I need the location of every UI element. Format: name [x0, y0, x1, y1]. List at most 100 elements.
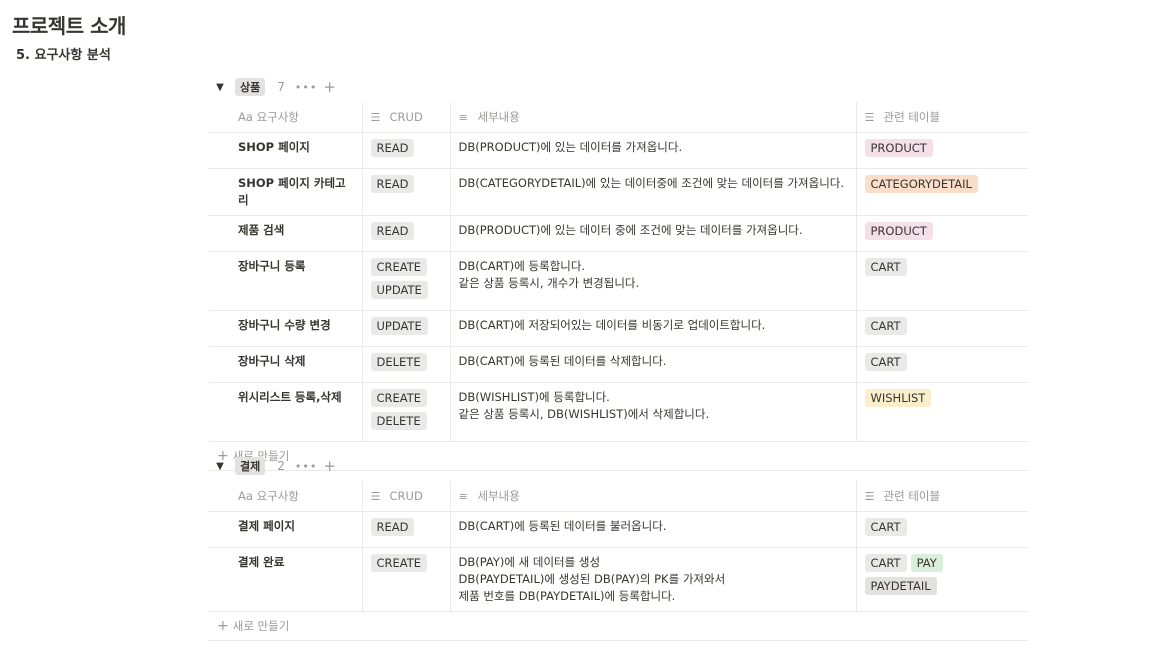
tables-cell[interactable]: CART	[855, 346, 1028, 383]
detail-text: 같은 상품 등록시, DB(WISHLIST)에서 삭제합니다.	[458, 407, 710, 421]
table-tag: PAYDETAIL	[864, 577, 937, 595]
toggle-triangle-icon[interactable]: ▼	[209, 461, 231, 472]
column-header-crud-label: CRUD	[389, 110, 423, 124]
detail-cell[interactable]: DB(CATEGORYDETAIL)에 있는 데이터중에 조건에 맞는 데이터를…	[449, 168, 856, 216]
tables-cell[interactable]: PRODUCT	[855, 215, 1028, 252]
text-icon: ≡	[458, 111, 468, 124]
crud-cell[interactable]: CREATE DELETE	[361, 382, 450, 441]
table-tag: WISHLIST	[864, 389, 932, 407]
detail-text: DB(PAY)에 새 데이터를 생성	[458, 555, 601, 569]
requirement-name[interactable]: SHOP 페이지	[209, 132, 362, 169]
column-header-crud[interactable]: ☰ CRUD	[361, 102, 450, 133]
group-header: ▼ 결제 2 ••• +	[209, 451, 1028, 481]
table-tag: CART	[864, 258, 907, 276]
crud-tag: CREATE	[370, 554, 428, 572]
page-title: 프로젝트 소개	[12, 14, 126, 38]
page-subtitle: 5. 요구사항 분석	[16, 48, 111, 63]
table-row[interactable]: SHOP 페이지 READ DB(PRODUCT)에 있는 데이터를 가져옵니다. P…	[209, 132, 1028, 169]
detail-text: 제품 번호를 DB(PAYDETAIL)에 등록합니다.	[458, 589, 676, 603]
crud-cell[interactable]: READ	[361, 168, 450, 216]
database-table: Aa 요구사항 ☰ CRUD ≡ 세부내용 ☰ 관련 테이블 SHOP 페이지 READ DB(P…	[209, 102, 1028, 441]
add-icon[interactable]: +	[323, 78, 336, 96]
group-payment: ▼ 결제 2 ••• + Aa 요구사항 ☰ CRUD ≡ 세부내용 ☰ 관련 테이블 결제 페이지 RE…	[209, 451, 1028, 641]
detail-cell[interactable]: DB(PRODUCT)에 있는 데이터 중에 조건에 맞는 데이터를 가져옵니다…	[449, 215, 856, 252]
tables-cell[interactable]: CART	[855, 251, 1028, 311]
group-label[interactable]: 상품	[235, 78, 266, 96]
column-header-tables[interactable]: ☰ 관련 테이블	[855, 481, 1028, 512]
detail-cell[interactable]: DB(CART)에 등록된 데이터를 삭제합니다.	[449, 346, 856, 383]
tables-cell[interactable]: CART	[855, 310, 1028, 347]
table-row[interactable]: 장바구니 등록 CREATE UPDATE DB(CART)에 등록합니다. 같은 상품…	[209, 251, 1028, 311]
toggle-triangle-icon[interactable]: ▼	[209, 82, 231, 93]
detail-cell[interactable]: DB(CART)에 등록합니다. 같은 상품 등록시, 개수가 변경됩니다.	[449, 251, 856, 311]
table-row[interactable]: 장바구니 수량 변경 UPDATE DB(CART)에 저장되어있는 데이터를 비동…	[209, 310, 1028, 347]
tables-cell[interactable]: CART	[855, 511, 1028, 548]
crud-cell[interactable]: DELETE	[361, 346, 450, 383]
detail-text: DB(CART)에 등록된 데이터를 삭제합니다.	[458, 354, 667, 368]
detail-text: DB(PRODUCT)에 있는 데이터를 가져옵니다.	[458, 140, 683, 154]
requirement-name[interactable]: 제품 검색	[209, 215, 362, 252]
list-icon: ☰	[370, 111, 381, 124]
requirement-name[interactable]: 장바구니 삭제	[209, 346, 362, 383]
header-row: Aa 요구사항 ☰ CRUD ≡ 세부내용 ☰ 관련 테이블	[209, 102, 1028, 133]
column-header-tables-label: 관련 테이블	[883, 110, 941, 124]
detail-cell[interactable]: DB(CART)에 등록된 데이터를 불러옵니다.	[449, 511, 856, 548]
more-icon[interactable]: •••	[295, 460, 317, 473]
table-row[interactable]: 위시리스트 등록,삭제 CREATE DELETE DB(WISHLIST)에 등록합…	[209, 382, 1028, 441]
list-icon: ☰	[370, 490, 381, 503]
crud-cell[interactable]: READ	[361, 132, 450, 169]
tables-cell[interactable]: CART PAY PAYDETAIL	[855, 547, 1028, 611]
list-icon: ☰	[864, 490, 875, 503]
table-tag: CATEGORYDETAIL	[864, 175, 978, 193]
detail-text: DB(CART)에 저장되어있는 데이터를 비동기로 업데이트합니다.	[458, 318, 766, 332]
tables-cell[interactable]: PRODUCT	[855, 132, 1028, 169]
crud-tag: DELETE	[370, 353, 427, 371]
table-tag: CART	[864, 353, 907, 371]
table-row[interactable]: 장바구니 삭제 DELETE DB(CART)에 등록된 데이터를 삭제합니다. CA…	[209, 346, 1028, 383]
crud-cell[interactable]: READ	[361, 215, 450, 252]
crud-cell[interactable]: CREATE	[361, 547, 450, 611]
detail-cell[interactable]: DB(CART)에 저장되어있는 데이터를 비동기로 업데이트합니다.	[449, 310, 856, 347]
tables-cell[interactable]: WISHLIST	[855, 382, 1028, 441]
column-header-detail-label: 세부내용	[477, 110, 520, 124]
group-products: ▼ 상품 7 ••• + Aa 요구사항 ☰ CRUD ≡ 세부내용 ☰ 관련 테이블 SHOP 페이지…	[209, 72, 1028, 471]
table-row[interactable]: 결제 페이지 READ DB(CART)에 등록된 데이터를 불러옵니다. CART	[209, 511, 1028, 548]
add-icon[interactable]: +	[323, 457, 336, 475]
detail-cell[interactable]: DB(PRODUCT)에 있는 데이터를 가져옵니다.	[449, 132, 856, 169]
crud-tag: DELETE	[370, 412, 427, 430]
crud-tag: READ	[370, 222, 415, 240]
crud-tag: UPDATE	[370, 317, 428, 335]
tables-cell[interactable]: CATEGORYDETAIL	[855, 168, 1028, 216]
crud-cell[interactable]: UPDATE	[361, 310, 450, 347]
detail-text: DB(PAYDETAIL)에 생성된 DB(PAY)의 PK를 가져와서	[458, 572, 726, 586]
requirement-name[interactable]: 결제 페이지	[209, 511, 362, 548]
more-icon[interactable]: •••	[295, 81, 317, 94]
crud-cell[interactable]: READ	[361, 511, 450, 548]
column-header-detail[interactable]: ≡ 세부내용	[449, 481, 856, 512]
detail-cell[interactable]: DB(PAY)에 새 데이터를 생성 DB(PAYDETAIL)에 생성된 DB(…	[449, 547, 856, 611]
column-header-crud[interactable]: ☰ CRUD	[361, 481, 450, 512]
detail-text: DB(CART)에 등록합니다.	[458, 259, 586, 273]
column-header-detail[interactable]: ≡ 세부내용	[449, 102, 856, 133]
crud-cell[interactable]: CREATE UPDATE	[361, 251, 450, 311]
requirement-name[interactable]: 장바구니 등록	[209, 251, 362, 311]
table-tag: CART	[864, 554, 907, 572]
requirement-name[interactable]: SHOP 페이지 카테고리	[209, 168, 362, 216]
detail-cell[interactable]: DB(WISHLIST)에 등록합니다. 같은 상품 등록시, DB(WISHLI…	[449, 382, 856, 441]
table-row[interactable]: 제품 검색 READ DB(PRODUCT)에 있는 데이터 중에 조건에 맞는 데…	[209, 215, 1028, 252]
crud-tag: CREATE	[370, 258, 428, 276]
crud-tag: UPDATE	[370, 281, 428, 299]
column-header-tables[interactable]: ☰ 관련 테이블	[855, 102, 1028, 133]
detail-text: DB(PRODUCT)에 있는 데이터 중에 조건에 맞는 데이터를 가져옵니다…	[458, 223, 803, 237]
detail-text: DB(CART)에 등록된 데이터를 불러옵니다.	[458, 519, 667, 533]
table-row[interactable]: 결제 완료 CREATE DB(PAY)에 새 데이터를 생성 DB(PAYDETAI…	[209, 547, 1028, 611]
new-row-button[interactable]: + 새로 만들기	[209, 611, 1028, 641]
column-header-name[interactable]: Aa 요구사항	[209, 481, 362, 512]
requirement-name[interactable]: 장바구니 수량 변경	[209, 310, 362, 347]
table-row[interactable]: SHOP 페이지 카테고리 READ DB(CATEGORYDETAIL)에 있는 …	[209, 168, 1028, 216]
group-label[interactable]: 결제	[235, 457, 266, 475]
column-header-name[interactable]: Aa 요구사항	[209, 102, 362, 133]
requirement-name[interactable]: 결제 완료	[209, 547, 362, 611]
requirement-name[interactable]: 위시리스트 등록,삭제	[209, 382, 362, 441]
group-header: ▼ 상품 7 ••• +	[209, 72, 1028, 102]
